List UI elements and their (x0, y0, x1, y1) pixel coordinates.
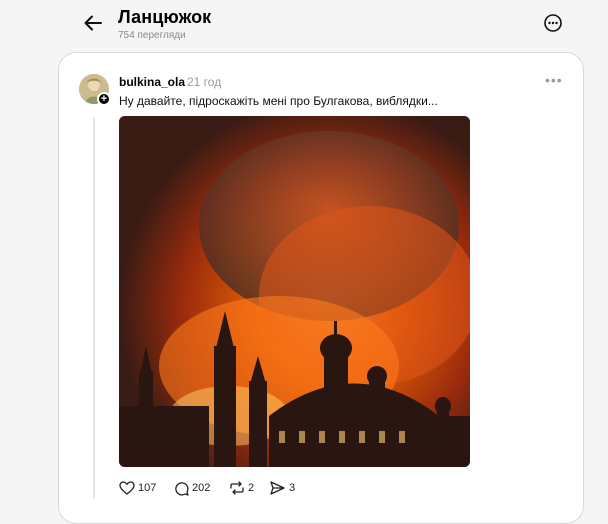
more-options-icon[interactable] (543, 13, 563, 33)
comment-count: 202 (192, 482, 211, 494)
heart-icon (119, 481, 135, 495)
repost-icon (230, 481, 244, 495)
post-more-icon[interactable]: ••• (545, 73, 563, 87)
back-arrow-icon[interactable] (82, 12, 104, 34)
like-count: 107 (138, 482, 157, 494)
view-count: 754 перегляди (118, 30, 186, 41)
send-icon (270, 481, 285, 495)
thread-line (93, 118, 95, 498)
page-title: Ланцюжок (118, 7, 212, 27)
share-button[interactable]: 3 (270, 480, 300, 496)
like-button[interactable]: 107 (119, 480, 157, 496)
follow-plus-icon[interactable]: + (97, 92, 111, 106)
post-text: Ну давайте, підроскажіть мені про Булгак… (119, 94, 438, 108)
repost-count: 2 (248, 482, 255, 494)
repost-button[interactable]: 2 (229, 480, 261, 496)
post-username[interactable]: bulkina_ola (119, 75, 185, 89)
post-time: 21 год (187, 75, 222, 89)
post-image[interactable] (119, 116, 470, 467)
comment-button[interactable]: 202 (174, 480, 214, 496)
top-bar: Ланцюжок 754 перегляди (0, 0, 608, 50)
comment-icon (175, 482, 189, 496)
share-count: 3 (289, 482, 296, 494)
